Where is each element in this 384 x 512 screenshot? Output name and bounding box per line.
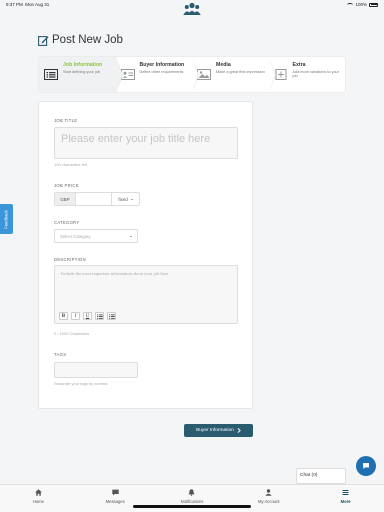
nav-my-account[interactable]: My Account [230,485,307,512]
step-sub: Start defining your job [63,69,100,74]
chat-button[interactable] [356,456,376,476]
category-label: CATEGORY [54,220,80,225]
home-icon [35,489,42,496]
next-buyer-information-button[interactable]: Buyer Information [184,424,253,437]
tags-input[interactable] [54,362,138,378]
italic-button[interactable]: I [71,312,80,320]
job-price-label: JOB PRICE [54,183,79,188]
status-time: 9:37 PM Mon Aug 31 [6,2,50,7]
unordered-list-button[interactable] [107,312,116,320]
nav-messages[interactable]: Messages [77,485,154,512]
job-info-icon [44,69,58,80]
page-title-text: Post New Job [52,34,123,46]
step-media[interactable]: Media Make a great first impression [192,57,276,93]
page-title: Post New Job [38,34,123,46]
chevron-down-icon [130,198,133,200]
chat-bubble-icon [363,463,369,469]
job-price-group: GBP fixed [54,192,140,206]
nav-home[interactable]: Home [0,485,77,512]
step-sub: Add more variations to your job [292,69,339,79]
battery-icon [369,2,378,7]
nav-label: More [340,499,351,504]
wifi-icon [347,2,354,7]
description-label: DESCRIPTION [54,257,86,262]
bell-icon [188,489,195,496]
feedback-tab[interactable]: Feedback [0,204,13,234]
message-icon [111,489,119,496]
category-select[interactable]: Select Category [54,229,138,243]
chat-label: Chat (0) [300,473,318,478]
description-counter: 0 / 1000 Characters [54,331,90,336]
job-title-input[interactable]: Please enter your job title here [54,127,238,159]
currency-label: GBP [55,193,75,205]
tags-label: TAGS [54,352,67,357]
price-unit-select[interactable]: fixed [111,193,139,205]
bold-button[interactable]: B [59,312,68,320]
job-title-label: JOB TITLE [54,118,78,123]
step-job-information[interactable]: Job Information Start defining your job [39,57,123,93]
chevron-right-icon [237,428,241,433]
nav-more[interactable]: More [307,485,384,512]
step-label: Buyer Information [139,62,185,68]
step-sub: Define other requirements [139,69,184,74]
step-label: Media [216,62,231,68]
battery-percent: 100% [355,2,367,7]
step-buyer-information[interactable]: Buyer Information Define other requireme… [116,57,199,93]
step-extra[interactable]: Extra Add more variations to your job [269,57,346,92]
job-form-card: JOB TITLE Please enter your job title he… [38,101,253,409]
buyer-card-icon [120,69,135,80]
user-icon [265,489,272,496]
bottom-nav: Home Messages Notifications My Account M… [0,484,384,512]
step-sub: Make a great first impression [216,69,265,74]
step-wizard: Job Information Start defining your job … [38,56,346,93]
unordered-list-icon [108,313,115,319]
price-unit-value: fixed [118,196,128,202]
status-right: 100% [347,2,378,7]
ordered-list-icon [96,314,103,319]
edit-icon [38,35,49,46]
nav-label: Home [32,499,44,504]
nav-label: My Account [257,499,280,504]
job-title-hint: 100 characters left [54,162,87,167]
tags-hint: Separate your tags by comma [54,381,108,386]
chat-box[interactable]: Chat (0) [296,468,346,484]
menu-icon [342,490,349,495]
category-placeholder: Select Category [60,233,91,239]
next-button-label: Buyer Information [196,428,234,433]
plus-square-icon [275,69,286,80]
nav-notifications[interactable]: Notifications [154,485,231,512]
feedback-label: Feedback [4,209,10,229]
people-logo-icon[interactable] [183,2,201,16]
ordered-list-button[interactable] [95,312,104,320]
price-amount-input[interactable] [75,193,111,205]
description-editor[interactable]: Include the most important information a… [54,265,238,324]
nav-label: Messages [105,499,125,504]
step-label: Extra [292,62,306,68]
home-indicator [133,505,251,508]
image-icon [197,69,211,80]
nav-label: Notifications [180,499,204,504]
step-label: Job Information [63,62,103,68]
description-placeholder: Include the most important information a… [61,271,170,276]
chevron-down-icon [130,235,132,237]
underline-button[interactable]: U [83,312,92,320]
editor-toolbar: B I U [59,312,116,320]
